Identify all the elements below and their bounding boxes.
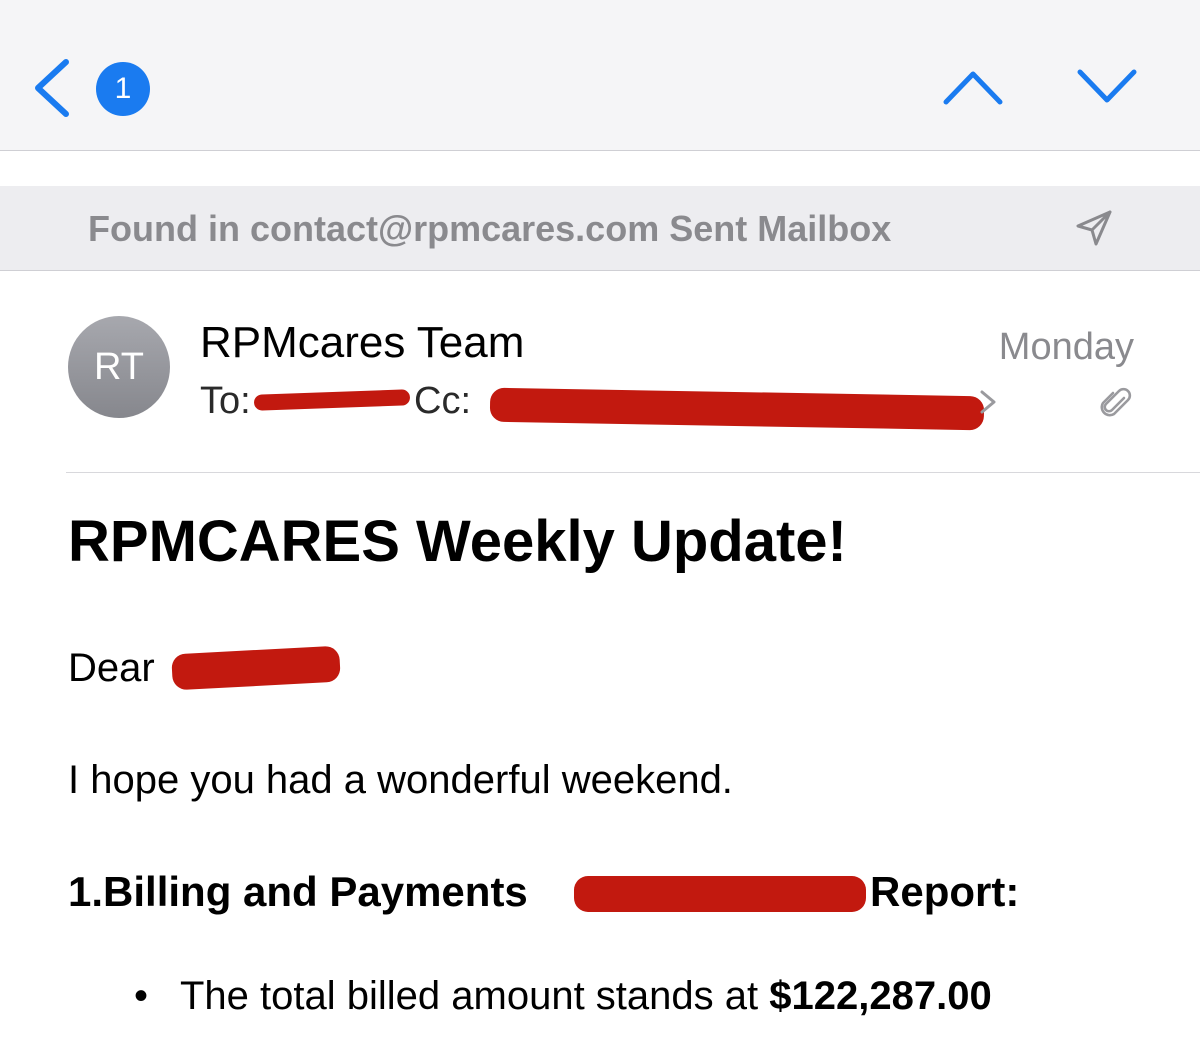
chevron-up-icon[interactable] — [940, 64, 1006, 108]
bullet-text: The total billed amount stands at — [180, 974, 770, 1018]
bullet-dot: • — [134, 974, 149, 1018]
sender-name[interactable]: RPMcares Team — [200, 318, 524, 368]
redaction-mark-name — [171, 645, 341, 691]
chevron-left-icon[interactable] — [28, 56, 72, 120]
redaction-mark-section — [574, 876, 866, 912]
paperclip-icon — [1100, 387, 1132, 417]
paper-plane-icon — [1076, 210, 1112, 246]
found-in-mailbox-text: Found in contact@rpmcares.com Sent Mailb… — [88, 208, 892, 249]
header-divider — [66, 472, 1200, 473]
bullet-text-wrapper: The total billed amount stands at $122,2… — [180, 974, 992, 1019]
to-label: To: — [200, 380, 251, 422]
found-in-mailbox-banner[interactable]: Found in contact@rpmcares.com Sent Mailb… — [0, 186, 1200, 271]
chevron-right-icon[interactable] — [978, 388, 998, 416]
greeting-text: Dear — [68, 646, 155, 690]
section-heading-end: Report: — [870, 868, 1020, 915]
chevron-down-icon[interactable] — [1074, 64, 1140, 108]
billed-amount: $122,287.00 — [769, 974, 992, 1018]
navigation-bar: 1 — [0, 0, 1200, 151]
email-subject: RPMCARES Weekly Update! — [68, 509, 847, 574]
cc-label: Cc: — [414, 380, 471, 422]
sender-avatar[interactable]: RT — [68, 316, 170, 418]
message-date: Monday — [998, 326, 1134, 368]
unread-count-badge[interactable]: 1 — [96, 62, 150, 116]
body-paragraph: I hope you had a wonderful weekend. — [68, 758, 733, 802]
section-heading-start: 1.Billing and Payments — [68, 868, 528, 915]
